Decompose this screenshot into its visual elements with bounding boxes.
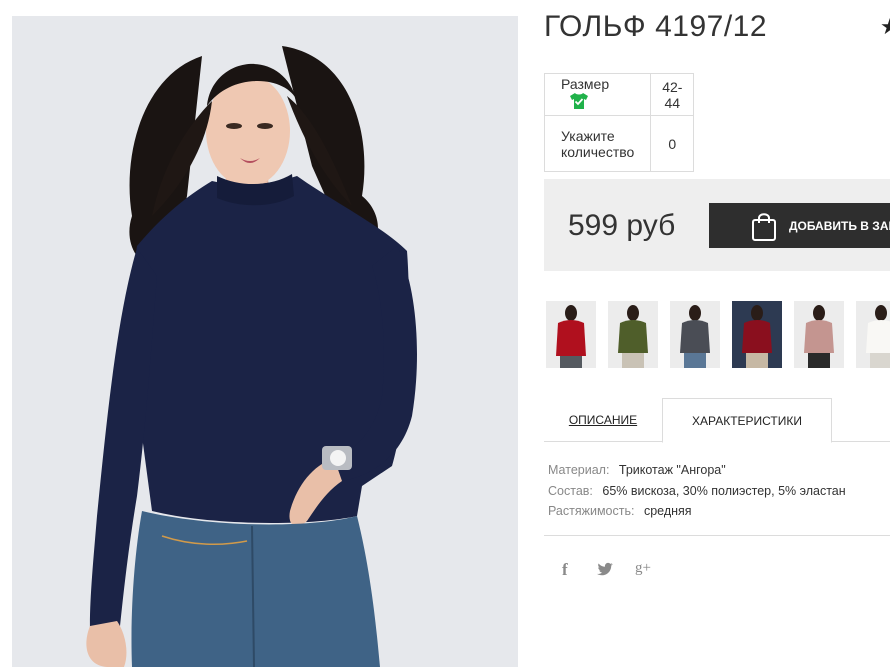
buy-box: 599 руб ДОБАВИТЬ В ЗАКАЗ [544, 179, 890, 271]
add-to-order-label: ДОБАВИТЬ В ЗАКАЗ [789, 218, 890, 233]
product-tabs: ОПИСАНИЕ ХАРАКТЕРИСТИКИ [544, 398, 890, 443]
spec-stretch-label: Растяжимость: [548, 504, 635, 518]
size-label: Размер [561, 76, 610, 92]
tab-description[interactable]: ОПИСАНИЕ [544, 398, 662, 442]
quantity-label-line2: количество [561, 143, 635, 160]
shopping-bag-icon [751, 211, 777, 244]
thumbnail-olive[interactable] [608, 301, 658, 368]
thumbnail-gray[interactable] [670, 301, 720, 368]
add-to-order-button[interactable]: ДОБАВИТЬ В ЗАКАЗ [709, 203, 890, 248]
quantity-label-line1: Укажите [561, 127, 615, 144]
thumbnail-white[interactable] [856, 301, 890, 368]
product-title: ГОЛЬФ 4197/12 [544, 10, 768, 43]
model-image [12, 16, 518, 667]
product-photo[interactable] [12, 16, 518, 667]
quantity-label: Укажите количество [543, 115, 652, 172]
spec-composition: Состав: 65% вискоза, 30% полиэстер, 5% э… [548, 481, 846, 502]
size-label-cell: Размер [543, 73, 652, 116]
price: 599 руб [568, 209, 676, 242]
spec-material: Материал: Трикотаж "Ангора" [548, 460, 846, 481]
spec-composition-value: 65% вискоза, 30% полиэстер, 5% эластан [602, 483, 846, 498]
spec-stretch: Растяжимость: средняя [548, 501, 846, 522]
spec-material-value: Трикотаж "Ангора" [618, 463, 726, 477]
tshirt-check-icon[interactable] [569, 92, 589, 113]
thumbnail-red[interactable] [546, 301, 596, 368]
thumbnail-burgundy[interactable] [732, 301, 782, 368]
social-divider [544, 535, 890, 536]
star-icon[interactable]: ★ [880, 14, 890, 40]
tab-characteristics[interactable]: ХАРАКТЕРИСТИКИ [662, 398, 832, 443]
size-value[interactable]: 42-44 [650, 73, 695, 116]
googleplus-icon[interactable]: g+ [635, 560, 651, 577]
thumbnail-pink[interactable] [794, 301, 844, 368]
specs-list: Материал: Трикотаж "Ангора" Состав: 65% … [548, 460, 846, 522]
facebook-icon[interactable]: f [562, 560, 568, 580]
spec-stretch-value: средняя [643, 504, 692, 518]
options-table: Размер 42-44 Укажите количество 0 [543, 73, 695, 172]
quantity-input[interactable]: 0 [650, 115, 695, 172]
spec-material-label: Материал: [548, 463, 610, 477]
twitter-icon[interactable] [597, 562, 613, 581]
spec-composition-label: Состав: [548, 483, 593, 498]
